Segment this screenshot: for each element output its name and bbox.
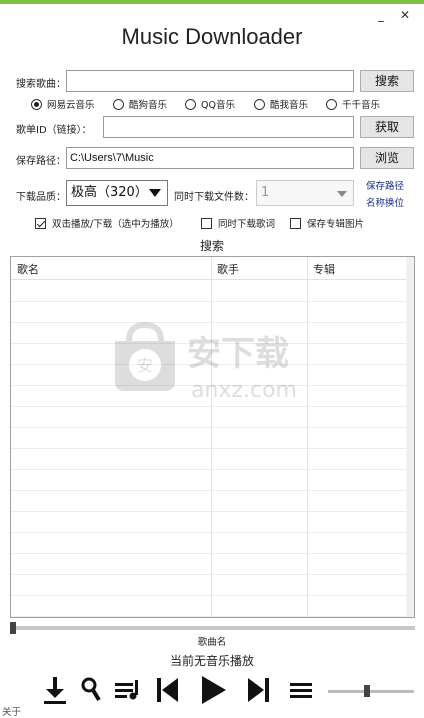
row-divider bbox=[11, 511, 414, 512]
playlist-label: 歌单ID（链接）： bbox=[16, 125, 92, 136]
playback-progress-handle[interactable] bbox=[10, 622, 16, 634]
watermark-text-en: anxz.com bbox=[191, 378, 297, 403]
volume-menu-button[interactable] bbox=[286, 672, 316, 708]
radio-dot bbox=[326, 98, 337, 110]
play-button[interactable] bbox=[196, 672, 230, 708]
playlist-icon bbox=[115, 680, 138, 700]
radio-label: 千千音乐 bbox=[342, 100, 381, 111]
checkbox-label: 保存专辑图片 bbox=[307, 219, 365, 230]
radio-dot bbox=[185, 98, 196, 110]
row-divider bbox=[11, 553, 414, 554]
option-save-album-art[interactable]: 保存专辑图片 bbox=[290, 216, 364, 230]
watermark-text-cn: 安下载 bbox=[187, 334, 289, 374]
volume-track[interactable] bbox=[328, 690, 414, 693]
browse-button[interactable]: 浏览 bbox=[360, 147, 414, 169]
row-divider bbox=[11, 427, 414, 428]
column-header-song[interactable]: 歌名 bbox=[17, 261, 39, 277]
play-icon bbox=[202, 676, 226, 704]
skip-next-icon bbox=[248, 678, 269, 702]
playback-status: 当前无音乐播放 bbox=[169, 654, 254, 668]
dropdown-arrow-icon bbox=[337, 191, 347, 197]
column-header-artist[interactable]: 歌手 bbox=[217, 261, 239, 277]
watermark-logo: 安 安下载 anxz.com bbox=[115, 321, 297, 403]
quality-label: 下载品质： bbox=[16, 192, 66, 203]
quality-select[interactable]: 极高（320） bbox=[66, 180, 168, 206]
row-divider bbox=[11, 595, 414, 596]
radio-dot bbox=[113, 98, 124, 110]
quality-value: 极高（320） bbox=[71, 185, 148, 200]
source-radio-qianqian[interactable]: 千千音乐 bbox=[326, 97, 380, 111]
save-path-input[interactable]: C:\Users\7\Music bbox=[66, 147, 354, 169]
volume-handle[interactable] bbox=[364, 685, 370, 697]
search-button[interactable]: 搜索 bbox=[360, 70, 414, 92]
save-path-label: 保存路径： bbox=[16, 156, 66, 167]
download-button[interactable] bbox=[40, 672, 70, 708]
save-path-swap-link-line2[interactable]: 名称换位 bbox=[366, 195, 404, 209]
radio-dot bbox=[31, 98, 42, 110]
option-double-click-play[interactable]: 双击播放/下载（选中为播放） bbox=[35, 216, 179, 230]
magnifier-icon bbox=[81, 677, 101, 702]
close-button[interactable]: ✕ bbox=[398, 8, 412, 22]
row-divider bbox=[11, 616, 414, 617]
radio-label: 酷狗音乐 bbox=[129, 100, 168, 111]
concurrent-value: 1 bbox=[261, 185, 270, 200]
source-radio-qq[interactable]: QQ音乐 bbox=[185, 97, 235, 111]
source-radio-kuwo[interactable]: 酷我音乐 bbox=[254, 97, 308, 111]
dropdown-arrow-icon bbox=[149, 189, 161, 197]
watermark-shield-text: 安 bbox=[137, 356, 153, 375]
header-divider bbox=[11, 279, 414, 280]
search-song-button[interactable] bbox=[78, 672, 104, 708]
app-title: Music Downloader bbox=[121, 24, 303, 49]
concurrent-label: 同时下载文件数： bbox=[174, 192, 254, 203]
results-title: 搜索 bbox=[199, 239, 224, 253]
checkbox bbox=[290, 217, 301, 229]
row-divider bbox=[11, 448, 414, 449]
next-track-button[interactable] bbox=[244, 672, 274, 708]
title-accent-bar bbox=[0, 0, 424, 4]
playlist-id-input[interactable] bbox=[103, 116, 354, 138]
previous-track-button[interactable] bbox=[152, 672, 182, 708]
checkbox-label: 双击播放/下载（选中为播放） bbox=[52, 219, 179, 230]
radio-label: 网易云音乐 bbox=[47, 100, 95, 111]
results-table[interactable]: 歌名 歌手 专辑 安 安下载 anxz.com bbox=[10, 256, 415, 618]
checkbox bbox=[201, 217, 212, 229]
column-divider bbox=[307, 257, 308, 617]
minimize-button[interactable]: _ bbox=[374, 8, 388, 22]
row-divider bbox=[11, 469, 414, 470]
column-header-album[interactable]: 专辑 bbox=[313, 261, 335, 277]
radio-label: 酷我音乐 bbox=[270, 100, 309, 111]
column-divider bbox=[211, 257, 212, 617]
concurrent-select[interactable]: 1 bbox=[256, 180, 354, 206]
source-radio-kugou[interactable]: 酷狗音乐 bbox=[113, 97, 167, 111]
download-icon bbox=[44, 677, 66, 704]
search-input[interactable] bbox=[66, 70, 354, 92]
source-radio-netease[interactable]: 网易云音乐 bbox=[31, 97, 95, 111]
now-playing-song-label: 歌曲名 bbox=[197, 637, 227, 648]
playback-progress-track[interactable] bbox=[10, 626, 415, 630]
radio-dot bbox=[254, 98, 265, 110]
checkbox-label: 同时下载歌词 bbox=[218, 219, 276, 230]
checkbox bbox=[35, 217, 46, 229]
skip-previous-icon bbox=[157, 678, 178, 702]
row-divider bbox=[11, 490, 414, 491]
row-divider bbox=[11, 301, 414, 302]
row-divider bbox=[11, 532, 414, 533]
save-path-swap-link-line1[interactable]: 保存路径 bbox=[366, 178, 404, 192]
about-link[interactable]: 关于 bbox=[2, 704, 21, 718]
playlist-button[interactable] bbox=[112, 672, 142, 708]
radio-label: QQ音乐 bbox=[201, 100, 235, 111]
option-download-lyrics[interactable]: 同时下载歌词 bbox=[201, 216, 275, 230]
fetch-playlist-button[interactable]: 获取 bbox=[360, 116, 414, 138]
row-divider bbox=[11, 574, 414, 575]
menu-lines-icon bbox=[290, 683, 312, 698]
search-label: 搜索歌曲： bbox=[16, 79, 66, 90]
vertical-scrollbar[interactable] bbox=[406, 257, 414, 617]
